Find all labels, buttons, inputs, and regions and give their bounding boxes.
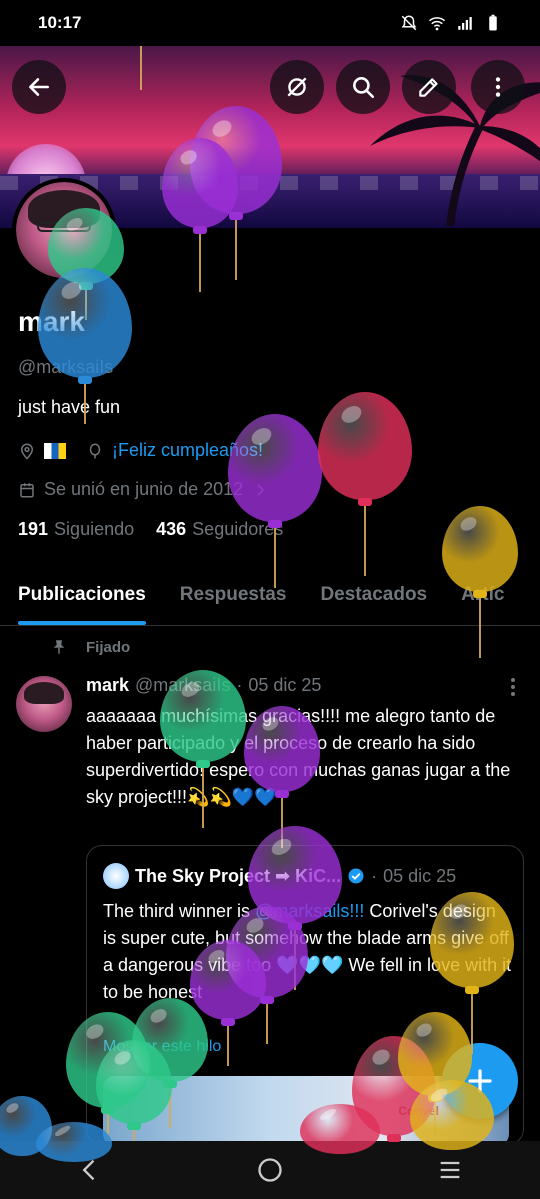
quote-author-name: The Sky Project ➡ KiC... [135,865,342,886]
avatar-image [16,182,112,278]
quote-text: The third winner is @marksails!!! Corive… [103,898,513,1006]
profile-bio: just have fun [18,397,121,417]
pinned-label: Fijado [50,638,130,656]
plus-icon [468,1069,492,1093]
following-label: Siguiendo [54,519,135,539]
post-date[interactable]: 05 dic 25 [248,675,321,696]
quote-mention[interactable]: @marksails!!! [255,901,364,921]
tab-destacados[interactable]: Destacados [320,568,427,625]
search-icon [353,77,375,99]
edit-button[interactable] [402,60,456,114]
post-author-handle[interactable]: @marksaiIs [135,675,230,696]
pin-icon [53,640,65,654]
more-vertical-icon [495,77,501,97]
recents-nav-icon[interactable] [436,1156,464,1184]
signal-icon [458,17,472,30]
post-author-name[interactable]: mark [86,675,129,696]
profile-tabs: Publicaciones Respuestas Destacados Artí… [0,568,540,626]
chevron-right-icon[interactable] [251,481,269,499]
tab-publicaciones[interactable]: Publicaciones [18,568,146,625]
system-nav-bar [0,1141,540,1199]
tab-articulos[interactable]: Artíc [461,568,504,625]
grok-icon [287,77,307,97]
quote-avatar [103,863,129,889]
follow-stats: 191 Siguiendo 436 Seguidores [18,519,283,540]
joined-date: Se unió en junio de 2012 [44,479,244,499]
quote-image-label: Corivel [398,1104,439,1118]
status-icons [400,14,502,32]
profile-handle: @marksaiIs [18,357,114,377]
profile-name: mark [18,306,85,337]
verified-badge-icon [348,868,364,884]
following-count: 191 [18,519,49,539]
following-link[interactable]: 191 Siguiendo [18,519,134,540]
arrow-left-icon [29,78,49,96]
profile-meta-joined: Se unió en junio de 2012 [18,479,269,500]
post-separator: · [236,675,243,695]
quote-date: 05 dic 25 [383,865,457,886]
show-thread-link[interactable]: Mostrar este hilo [103,1038,221,1056]
quote-separator: · [371,865,378,886]
battery-icon [489,14,497,31]
wifi-icon [429,17,445,31]
home-nav-icon[interactable] [256,1156,284,1184]
pencil-icon [419,78,438,97]
location-pin-icon [20,443,34,460]
followers-count: 436 [156,519,187,539]
tab-respuestas[interactable]: Respuestas [180,568,287,625]
status-bar: 10:17 [0,0,540,46]
compose-button[interactable] [442,1043,518,1119]
mute-icon [401,15,417,31]
status-time: 10:17 [38,13,82,32]
birthday-link[interactable]: ¡Feliz cumpleaños! [112,440,263,461]
calendar-icon [20,482,34,497]
more-options-button[interactable] [471,60,525,114]
profile-meta-location: ¡Feliz cumpleaños! [18,440,263,461]
canary-islands-flag-icon [44,442,66,459]
search-button[interactable] [336,60,390,114]
post-header: mark @marksaiIs · 05 dic 25 [86,675,321,696]
followers-link[interactable]: 436 Seguidores [156,519,283,540]
balloon-icon [89,443,101,458]
pinned-text: Fijado [86,638,131,656]
back-nav-icon[interactable] [76,1156,104,1184]
post-more-button[interactable] [505,676,521,698]
quote-header: The Sky Project ➡ KiC... · 05 dic 25 [103,863,456,889]
profile-avatar[interactable] [12,178,116,282]
grok-button[interactable] [270,60,324,114]
post-avatar[interactable] [16,676,72,732]
quote-text-before: The third winner is [103,901,256,921]
post-text: aaaaaaa muchísimas gracias!!!! me alegro… [86,706,511,807]
back-button[interactable] [12,60,66,114]
balloon-decoration [318,392,412,580]
followers-label: Seguidores [192,519,284,539]
